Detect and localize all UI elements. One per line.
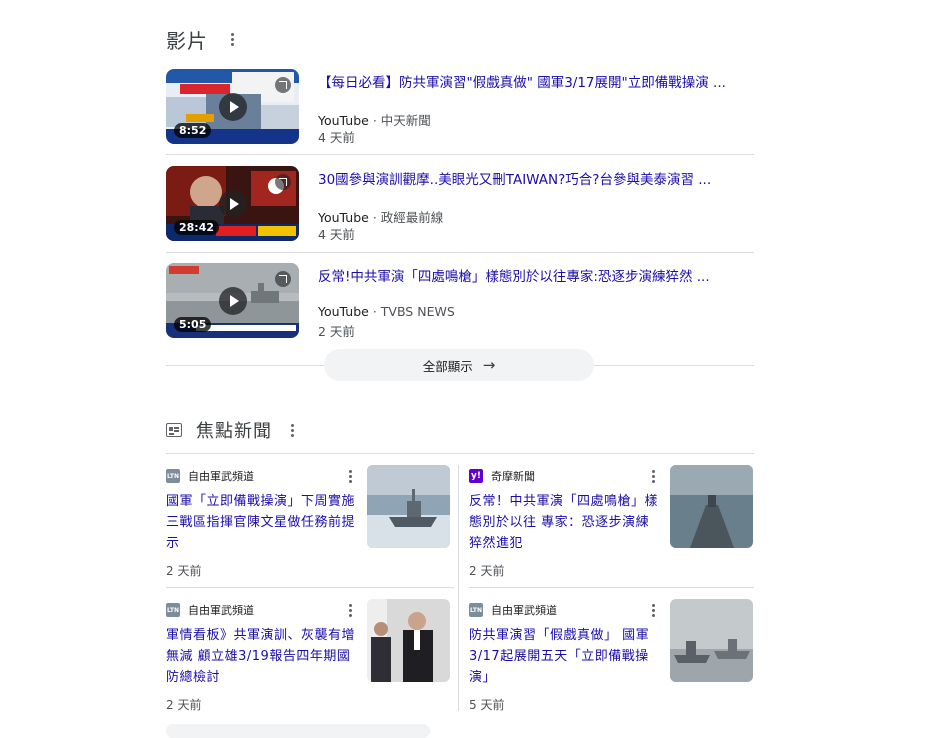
news-age: 2 天前	[469, 564, 505, 578]
video-platform: YouTube	[318, 113, 369, 128]
news-publisher: LTN 自由軍武頻道	[166, 468, 254, 484]
news-title-link[interactable]: 反常！中共軍演「四處鳴槍」樣態別於以往 專家：恐逐步演練猝然進犯	[469, 491, 661, 554]
video-thumbnail[interactable]: 8:52	[166, 69, 299, 144]
video-result[interactable]: 8:52 【每日必看】防共軍演習"假戲真做" 國軍3/17展開"立即備戰操演 .…	[166, 69, 754, 165]
video-thumbnail[interactable]: 28:42	[166, 166, 299, 241]
video-channel: TVBS NEWS	[380, 304, 455, 319]
divider	[166, 587, 454, 588]
news-card[interactable]: LTN 自由軍武頻道 國軍「立即備戰操演」下周實施 三戰區指揮官陳文星做任務前提…	[166, 465, 454, 593]
news-section-title: 焦點新聞	[196, 421, 272, 442]
video-title-link[interactable]: 反常!中共軍演「四處鳴槍」樣態別於以往專家:恐逐步演練猝然 ...	[318, 265, 748, 285]
news-section-header: 焦點新聞	[166, 418, 300, 442]
expand-icon[interactable]	[275, 174, 291, 190]
news-card[interactable]: LTN 自由軍武頻道 防共軍演習「假戲真做」 國軍3/17起展開五天「立即備戰操…	[469, 599, 757, 727]
video-duration: 28:42	[174, 220, 220, 235]
more-options-icon[interactable]	[224, 29, 240, 49]
expand-icon[interactable]	[275, 271, 291, 287]
publisher-name: 奇摩新聞	[491, 470, 535, 483]
video-title-link[interactable]: 【每日必看】防共軍演習"假戲真做" 國軍3/17展開"立即備戰操演 ...	[318, 71, 748, 91]
divider	[166, 154, 754, 155]
video-source: YouTube · TVBS NEWS	[318, 304, 455, 319]
news-age: 5 天前	[469, 698, 505, 712]
news-thumbnail-image	[367, 599, 450, 682]
news-publisher: LTN 自由軍武頻道	[166, 602, 254, 618]
videos-section-header: 影片	[166, 26, 240, 53]
more-options-icon[interactable]	[284, 420, 300, 440]
column-divider	[458, 465, 459, 711]
divider	[469, 587, 754, 588]
news-publisher: LTN 自由軍武頻道	[469, 602, 557, 618]
news-thumbnail-image	[670, 465, 753, 548]
news-card[interactable]: LTN 自由軍武頻道 軍情看板》共軍演訓、灰襲有增無減 顧立雄3/19報告四年期…	[166, 599, 454, 727]
more-options-icon[interactable]	[342, 600, 358, 620]
video-channel: 中天新聞	[380, 113, 431, 128]
news-card[interactable]: y! 奇摩新聞 反常！中共軍演「四處鳴槍」樣態別於以往 專家：恐逐步演練猝然進犯…	[469, 465, 757, 593]
news-age: 2 天前	[166, 698, 202, 712]
more-options-icon[interactable]	[342, 466, 358, 486]
videos-section-title: 影片	[166, 28, 208, 53]
news-thumbnail[interactable]	[670, 465, 753, 548]
publisher-logo-icon: LTN	[469, 603, 483, 617]
expand-icon[interactable]	[275, 77, 291, 93]
video-result[interactable]: 28:42 30國參與演訓觀摩..美眼光又刪TAIWAN?巧合?台參與美泰演習 …	[166, 166, 754, 262]
publisher-logo-icon: LTN	[166, 603, 180, 617]
show-all-button[interactable]: 全部顯示 →	[324, 349, 594, 381]
show-all-label: 全部顯示	[422, 358, 473, 374]
video-age: 4 天前	[318, 227, 355, 242]
video-channel: 政經最前線	[380, 210, 444, 225]
news-title-link[interactable]: 國軍「立即備戰操演」下周實施 三戰區指揮官陳文星做任務前提示	[166, 491, 358, 554]
more-options-icon[interactable]	[645, 466, 661, 486]
play-icon	[219, 93, 247, 121]
news-thumbnail-image	[367, 465, 450, 548]
video-age: 2 天前	[318, 324, 355, 339]
publisher-name: 自由軍武頻道	[491, 604, 557, 617]
news-publisher: y! 奇摩新聞	[469, 468, 535, 484]
video-result[interactable]: 5:05 反常!中共軍演「四處鳴槍」樣態別於以往專家:恐逐步演練猝然 ... Y…	[166, 263, 754, 359]
news-thumbnail[interactable]	[670, 599, 753, 682]
news-thumbnail[interactable]	[367, 465, 450, 548]
news-thumbnail[interactable]	[367, 599, 450, 682]
video-platform: YouTube	[318, 210, 369, 225]
publisher-logo-icon: LTN	[166, 469, 180, 483]
newspaper-icon	[166, 423, 182, 437]
news-thumbnail-image	[670, 599, 753, 682]
news-title-link[interactable]: 防共軍演習「假戲真做」 國軍3/17起展開五天「立即備戰操演」	[469, 625, 661, 688]
play-icon	[219, 190, 247, 218]
divider	[166, 252, 754, 253]
video-duration: 8:52	[174, 123, 212, 138]
news-title-link[interactable]: 軍情看板》共軍演訓、灰襲有增無減 顧立雄3/19報告四年期國防總檢討	[166, 625, 358, 688]
video-platform: YouTube	[318, 304, 369, 319]
video-duration: 5:05	[174, 317, 212, 332]
news-age: 2 天前	[166, 564, 202, 578]
video-age: 4 天前	[318, 130, 355, 145]
play-icon	[219, 287, 247, 315]
arrow-right-icon: →	[482, 356, 496, 374]
publisher-name: 自由軍武頻道	[188, 604, 254, 617]
video-title-link[interactable]: 30國參與演訓觀摩..美眼光又刪TAIWAN?巧合?台參與美泰演習 ...	[318, 168, 748, 188]
divider	[166, 453, 754, 454]
publisher-name: 自由軍武頻道	[188, 470, 254, 483]
more-options-icon[interactable]	[645, 600, 661, 620]
publisher-logo-icon: y!	[469, 469, 483, 483]
video-thumbnail[interactable]: 5:05	[166, 263, 299, 338]
